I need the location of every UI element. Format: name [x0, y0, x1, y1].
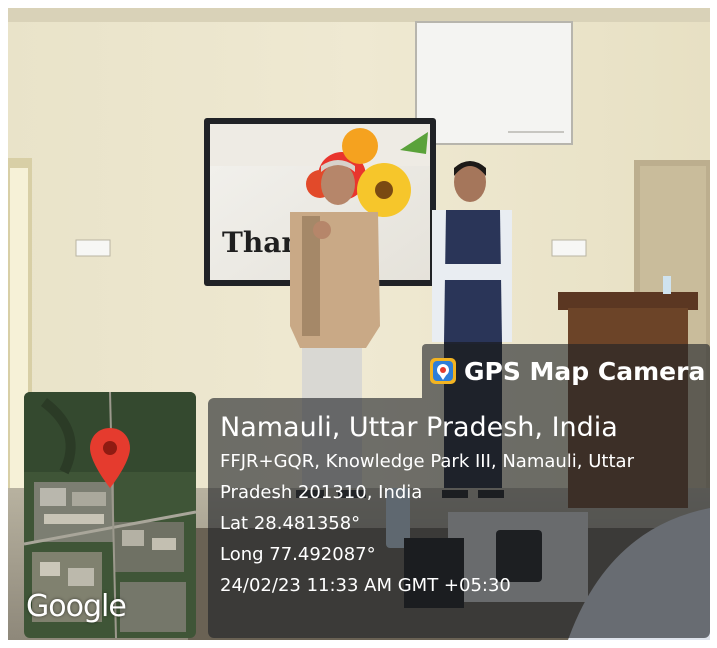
gps-app-badge: GPS Map Camera	[422, 344, 710, 398]
orange-flower	[342, 128, 378, 164]
address-line-2: Pradesh 201310, India	[220, 482, 423, 503]
tv-screen-band	[210, 124, 430, 166]
speaker-left-hand	[313, 221, 331, 239]
flower-center	[375, 181, 393, 199]
latitude: Lat 28.481358°	[220, 513, 361, 534]
photo-frame: Thank GPS Map Camera Google Namauli, Utt…	[0, 0, 717, 648]
location-title: Namauli, Uttar Pradesh, India	[220, 412, 618, 443]
gps-map-camera-app-icon	[430, 358, 456, 384]
water-bottle	[663, 276, 671, 294]
address-line-1: FFJR+GQR, Knowledge Park III, Namauli, U…	[220, 451, 634, 472]
speaker-right-folded-arms	[438, 264, 508, 280]
right-switch-plate	[551, 239, 587, 257]
speaker-left-head	[321, 163, 355, 205]
timestamp: 24/02/23 11:33 AM GMT +05:30	[220, 575, 511, 596]
podium-top	[558, 292, 698, 310]
ceiling-edge	[8, 8, 710, 22]
location-info-panel: Namauli, Uttar Pradesh, India FFJR+GQR, …	[208, 398, 710, 638]
map-thumbnail: Google	[24, 392, 196, 638]
left-switch-plate	[75, 239, 111, 257]
app-name: GPS Map Camera	[464, 356, 706, 386]
classroom-photo: Thank GPS Map Camera Google Namauli, Utt…	[8, 8, 710, 640]
whiteboard	[415, 21, 573, 145]
google-logo: Google	[26, 589, 127, 624]
longitude: Long 77.492087°	[220, 544, 376, 565]
map-pin-icon	[90, 428, 130, 488]
